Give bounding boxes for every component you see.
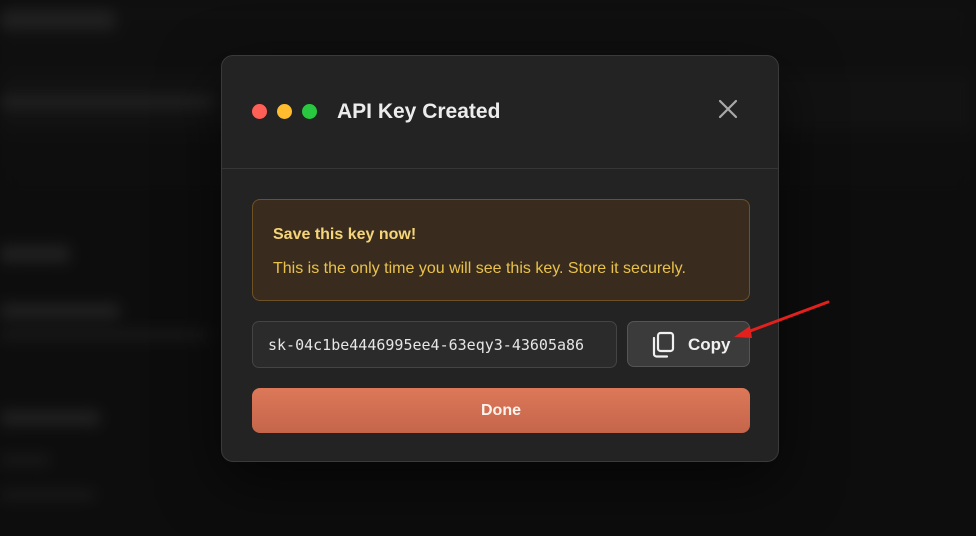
- close-icon: [718, 99, 738, 119]
- api-key-dialog: API Key Created Save this key now! This …: [221, 55, 779, 462]
- dialog-title: API Key Created: [337, 100, 501, 123]
- close-button[interactable]: [714, 95, 742, 123]
- done-button[interactable]: Done: [252, 388, 750, 433]
- done-button-label: Done: [481, 402, 521, 419]
- api-key-input[interactable]: [253, 322, 616, 367]
- window-maximize-dot[interactable]: [302, 104, 317, 119]
- warning-box: Save this key now! This is the only time…: [252, 199, 750, 301]
- copy-button-label: Copy: [688, 335, 731, 354]
- warning-message: This is the only time you will see this …: [273, 260, 686, 277]
- window-close-dot[interactable]: [252, 104, 267, 119]
- api-key-field[interactable]: [252, 321, 617, 368]
- copy-button[interactable]: Copy: [627, 321, 750, 367]
- dialog-header: API Key Created: [222, 56, 778, 169]
- warning-title: Save this key now!: [273, 226, 417, 243]
- window-minimize-dot[interactable]: [277, 104, 292, 119]
- copy-icon: [652, 331, 675, 358]
